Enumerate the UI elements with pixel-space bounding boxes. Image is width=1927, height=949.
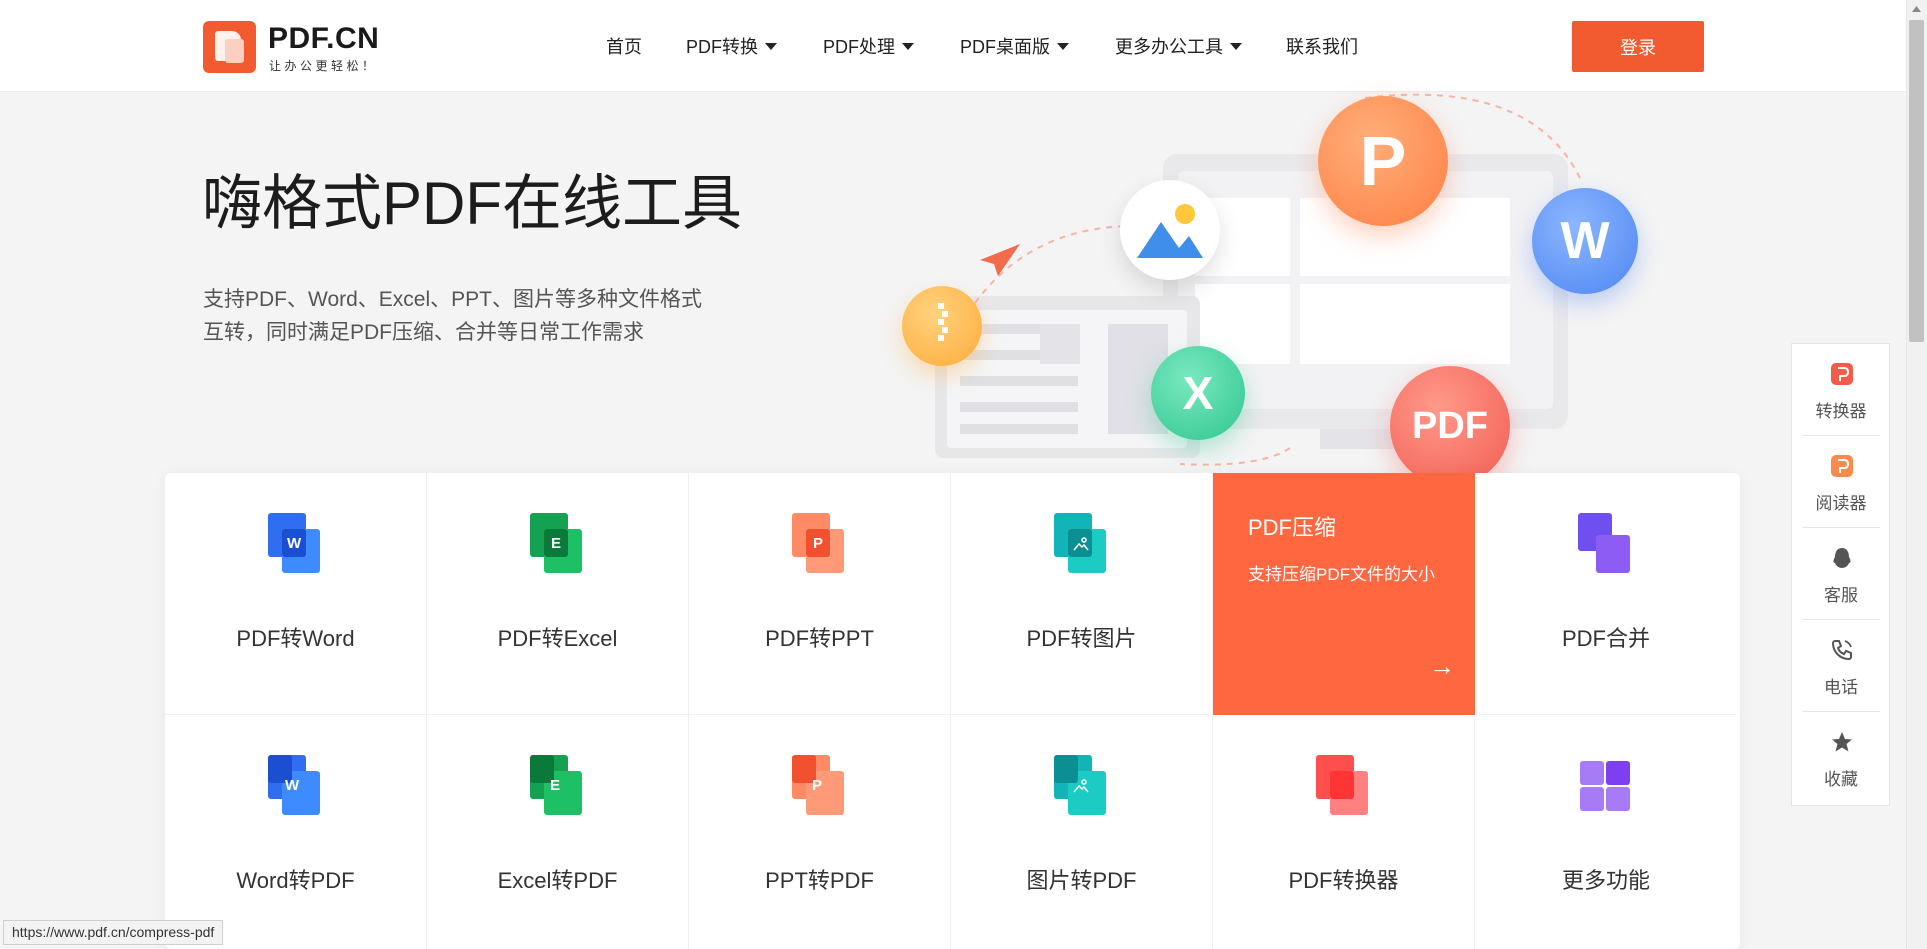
floatbar-favorite[interactable]: 收藏	[1802, 712, 1880, 804]
tool-label: PDF转PPT	[765, 626, 874, 651]
pdf-to-word-icon: W	[268, 513, 324, 575]
more-features-icon	[1578, 755, 1634, 817]
tool-title: PDF压缩	[1248, 515, 1337, 540]
tool-label: PPT转PDF	[765, 868, 874, 893]
scrollbar-thumb[interactable]	[1909, 20, 1924, 342]
floatbar-converter[interactable]: 转换器	[1802, 344, 1880, 436]
bubble-letter: W	[1560, 212, 1610, 270]
bubble-letter: P	[1359, 122, 1407, 200]
nav-label: 联系我们	[1286, 37, 1358, 57]
phone-icon	[1831, 640, 1852, 661]
nav-contact[interactable]: 联系我们	[1286, 33, 1358, 59]
floatbar-label: 收藏	[1824, 770, 1858, 789]
nav-home[interactable]: 首页	[606, 33, 642, 59]
bubble-letter: X	[1182, 367, 1214, 419]
nav-label: 首页	[606, 37, 642, 57]
tool-ppt-to-pdf[interactable]: P PPT转PDF	[689, 715, 951, 949]
tool-pdf-to-word[interactable]: W PDF转Word	[165, 473, 427, 715]
logo-slogan: 让办公更轻松！	[269, 59, 378, 73]
pdf-to-excel-icon: E	[530, 513, 586, 575]
nav-more-tools[interactable]: 更多办公工具	[1115, 33, 1242, 59]
tool-pdf-to-ppt[interactable]: P PDF转PPT	[689, 473, 951, 715]
tool-excel-to-pdf[interactable]: E Excel转PDF	[427, 715, 689, 949]
floating-sidebar: 转换器 阅读器 客服 电话 收藏	[1791, 343, 1890, 806]
tool-more-features[interactable]: 更多功能	[1475, 715, 1737, 949]
tool-pdf-compress[interactable]: PDF压缩 支持压缩PDF文件的大小 →	[1213, 473, 1475, 715]
caret-down-icon	[765, 43, 777, 50]
nav-label: PDF桌面版	[960, 37, 1050, 57]
pdf-merge-icon	[1578, 513, 1634, 575]
illustration-background	[935, 93, 1581, 466]
tool-word-to-pdf[interactable]: W Word转PDF	[165, 715, 427, 949]
floatbar-customer-service[interactable]: 客服	[1802, 528, 1880, 620]
caret-down-icon	[1230, 43, 1242, 50]
floatbar-label: 电话	[1824, 678, 1858, 697]
hero-illustration: P W X PDF	[880, 88, 1660, 486]
login-button[interactable]: 登录	[1572, 21, 1704, 72]
zip-bubble-icon	[902, 286, 982, 366]
pdf-to-ppt-icon: P	[792, 513, 848, 575]
nav-label: PDF转换	[686, 37, 758, 57]
customer-service-icon	[1833, 548, 1851, 568]
hero-title: 嗨格式PDF在线工具	[202, 170, 742, 237]
nav-label: PDF处理	[823, 37, 895, 57]
tool-description: 支持压缩PDF文件的大小	[1248, 565, 1435, 584]
tool-grid: W PDF转Word E PDF转Excel P PDF转PPT PDF转图片	[165, 473, 1740, 949]
pdf-to-image-icon	[1054, 513, 1110, 575]
reader-icon	[1831, 455, 1853, 477]
caret-down-icon	[902, 43, 914, 50]
mountain-image-icon	[1137, 204, 1203, 258]
floatbar-label: 转换器	[1815, 402, 1867, 421]
status-url: https://www.pdf.cn/compress-pdf	[3, 920, 224, 945]
ppt-to-pdf-icon: P	[792, 755, 848, 817]
floatbar-label: 阅读器	[1815, 494, 1867, 513]
tool-label: PDF转换器	[1288, 868, 1399, 893]
site-logo[interactable]: PDF.CN 让办公更轻松！	[203, 21, 403, 73]
star-icon	[1832, 732, 1852, 752]
image-bubble-icon	[1120, 180, 1220, 280]
scroll-up-arrow-icon[interactable]	[1906, 0, 1927, 18]
hero-desc-line: 支持PDF、Word、Excel、PPT、图片等多种文件格式	[203, 288, 702, 311]
tool-label: PDF合并	[1561, 626, 1650, 651]
image-to-pdf-icon	[1054, 755, 1110, 817]
nav-pdf-process[interactable]: PDF处理	[823, 33, 914, 59]
tool-label: Word转PDF	[236, 868, 355, 893]
tool-pdf-to-excel[interactable]: E PDF转Excel	[427, 473, 689, 715]
excel-to-pdf-icon: E	[530, 755, 586, 817]
floatbar-reader[interactable]: 阅读器	[1802, 436, 1880, 528]
pdf-converter-icon	[1316, 755, 1372, 817]
converter-icon	[1831, 363, 1853, 385]
ppt-bubble-icon: P	[1318, 96, 1448, 226]
bubble-letter: PDF	[1412, 404, 1488, 447]
floatbar-label: 客服	[1824, 586, 1858, 605]
nav-pdf-desktop[interactable]: PDF桌面版	[960, 33, 1069, 59]
floatbar-phone[interactable]: 电话	[1802, 620, 1880, 712]
arrow-right-icon[interactable]: →	[1429, 651, 1455, 682]
tool-label: Excel转PDF	[497, 868, 618, 893]
nav-pdf-convert[interactable]: PDF转换	[686, 33, 777, 59]
caret-down-icon	[1057, 43, 1069, 50]
tool-label: 更多功能	[1561, 868, 1650, 893]
site-header: PDF.CN 让办公更轻松！ 首页 PDF转换 PDF处理 PDF桌面版 更多办…	[0, 0, 1906, 92]
tool-label: PDF转Excel	[497, 626, 618, 651]
logo-icon	[203, 21, 256, 73]
zipper-icon	[938, 303, 948, 341]
excel-bubble-icon: X	[1151, 346, 1245, 440]
pdf-bubble-icon: PDF	[1390, 366, 1510, 486]
tool-pdf-to-image[interactable]: PDF转图片	[951, 473, 1213, 715]
logo-title: PDF.CN	[268, 22, 380, 55]
tool-image-to-pdf[interactable]: 图片转PDF	[951, 715, 1213, 949]
tool-label: PDF转Word	[236, 626, 355, 651]
tool-pdf-converter[interactable]: PDF转换器	[1213, 715, 1475, 949]
word-to-pdf-icon: W	[268, 755, 324, 817]
hero-desc-line: 互转，同时满足PDF压缩、合并等日常工作需求	[203, 321, 644, 344]
tool-label: PDF转图片	[1026, 626, 1137, 651]
hero-description: 支持PDF、Word、Excel、PPT、图片等多种文件格式 互转，同时满足PD…	[203, 283, 763, 349]
tool-label: 图片转PDF	[1026, 868, 1137, 893]
tool-pdf-merge[interactable]: PDF合并	[1475, 473, 1737, 715]
nav-label: 更多办公工具	[1115, 37, 1223, 57]
word-bubble-icon: W	[1532, 188, 1638, 294]
